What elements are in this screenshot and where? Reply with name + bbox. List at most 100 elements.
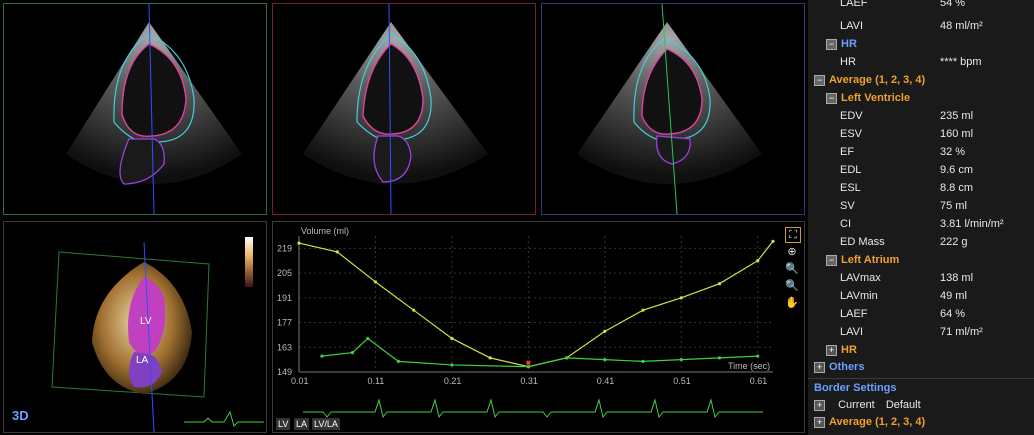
result-label: LAVI bbox=[840, 326, 864, 338]
result-label: EDL bbox=[840, 164, 862, 176]
pan-hand-icon[interactable]: ✋ bbox=[785, 296, 799, 310]
render-3d-panel[interactable]: LV LA 3D bbox=[3, 221, 267, 433]
data-point bbox=[603, 358, 607, 362]
echo-image-4ch bbox=[66, 4, 242, 214]
zoom-reset-icon[interactable]: ⊕ bbox=[785, 245, 799, 259]
x-tick-label: 0.41 bbox=[597, 376, 615, 386]
result-label: LAVmin bbox=[840, 290, 878, 302]
result-value: 160 ml bbox=[940, 128, 974, 140]
mini-ecg bbox=[184, 410, 264, 427]
result-label: LAVmax bbox=[840, 272, 881, 284]
series-line-1 bbox=[321, 337, 758, 368]
data-point bbox=[603, 329, 607, 333]
border-current-toggle[interactable]: + Current Default bbox=[814, 396, 921, 414]
x-tick-label: 0.11 bbox=[367, 376, 384, 386]
data-point bbox=[412, 308, 416, 312]
data-point bbox=[488, 356, 492, 360]
results-panel[interactable]: LAEF 54 % LAVI 48 ml/m² − HR HR **** bpm … bbox=[808, 0, 1034, 378]
tab-la[interactable]: LA bbox=[294, 418, 310, 430]
data-point bbox=[641, 359, 645, 364]
y-tick-label: 149 bbox=[277, 367, 292, 377]
min-marker bbox=[526, 360, 531, 365]
volume-curve-panel[interactable]: 219 205 191 177 163 149 0.01 0.11 0.21 0.31 0.41 0.… bbox=[272, 221, 805, 433]
hr-group-toggle[interactable]: − HR bbox=[826, 35, 857, 53]
expand-icon[interactable]: + bbox=[826, 344, 837, 356]
x-tick-label: 0.21 bbox=[444, 376, 462, 386]
border-settings-panel[interactable]: Border Settings + Current Default + Avera… bbox=[808, 378, 1034, 435]
render-3d-image bbox=[51, 237, 253, 432]
data-point bbox=[373, 280, 378, 284]
x-tick-label: 0.31 bbox=[520, 376, 538, 386]
border-average-toggle[interactable]: + Average (1, 2, 3, 4) bbox=[814, 413, 925, 431]
result-label: ESV bbox=[840, 128, 863, 140]
data-point bbox=[564, 356, 569, 360]
x-tick-label: 0.01 bbox=[291, 376, 309, 386]
data-point bbox=[641, 308, 645, 312]
collapse-icon[interactable]: − bbox=[826, 254, 837, 266]
collapse-icon[interactable]: − bbox=[826, 92, 837, 104]
left-ventricle-toggle[interactable]: − Left Ventricle bbox=[826, 89, 910, 107]
y-axis-label: Volume (ml) bbox=[301, 226, 349, 236]
left-atrium-toggle[interactable]: − Left Atrium bbox=[826, 251, 899, 269]
data-point bbox=[366, 336, 370, 341]
result-value: 138 ml bbox=[940, 272, 974, 284]
echo-view-2ch[interactable] bbox=[272, 3, 536, 215]
echo-image-2ch bbox=[303, 4, 488, 214]
data-point bbox=[297, 241, 301, 245]
lv-label: LV bbox=[140, 316, 152, 327]
result-label: LAEF bbox=[840, 308, 868, 320]
data-point bbox=[450, 363, 454, 367]
data-point bbox=[679, 358, 683, 362]
zoom-out-icon[interactable]: 🔍 bbox=[785, 279, 799, 293]
la-label: LA bbox=[136, 355, 149, 366]
result-label: EDV bbox=[840, 110, 863, 122]
result-label: CI bbox=[840, 218, 851, 230]
result-value: 8.8 cm bbox=[940, 182, 974, 194]
tab-lv[interactable]: LV bbox=[276, 418, 291, 430]
echo-view-4ch[interactable] bbox=[3, 3, 267, 215]
echo-view-3ch[interactable] bbox=[541, 3, 805, 215]
y-tick-label: 191 bbox=[277, 293, 292, 303]
result-value: 9.6 cm bbox=[940, 164, 974, 176]
volume-chart: 219 205 191 177 163 1490.01 0.11 0.21 0.31 0.41 0.… bbox=[277, 226, 775, 419]
hr-group-2-toggle[interactable]: + HR bbox=[826, 341, 857, 359]
collapse-icon[interactable]: − bbox=[826, 38, 837, 50]
series-line-0 bbox=[298, 240, 774, 368]
data-point bbox=[320, 354, 324, 358]
data-point bbox=[526, 365, 530, 369]
fit-tool-icon[interactable]: ⛶ bbox=[785, 227, 801, 243]
average-group-toggle[interactable]: − Average (1, 2, 3, 4) bbox=[814, 71, 925, 89]
result-label: EF bbox=[840, 146, 855, 158]
expand-icon[interactable]: + bbox=[814, 361, 825, 373]
result-label: SV bbox=[840, 200, 855, 212]
expand-icon[interactable]: + bbox=[814, 416, 825, 428]
x-axis-label: Time (sec) bbox=[728, 361, 770, 371]
data-point bbox=[396, 359, 400, 364]
echo-image-3ch bbox=[577, 4, 762, 214]
data-point bbox=[771, 239, 775, 243]
others-toggle[interactable]: + Others bbox=[814, 358, 864, 376]
y-tick-label: 163 bbox=[277, 342, 292, 352]
result-value: 32 % bbox=[940, 146, 966, 158]
collapse-icon[interactable]: − bbox=[814, 74, 825, 86]
expand-icon[interactable]: + bbox=[814, 399, 825, 411]
data-point bbox=[756, 354, 760, 358]
result-label: ED Mass bbox=[840, 236, 885, 248]
zoom-in-icon[interactable]: 🔍 bbox=[785, 262, 799, 276]
result-value: 222 g bbox=[940, 236, 968, 248]
tab-lv-la[interactable]: LV/LA bbox=[312, 418, 340, 430]
y-tick-label: 219 bbox=[277, 243, 292, 253]
result-label: ESL bbox=[840, 182, 861, 194]
colorbar bbox=[245, 237, 253, 287]
data-point bbox=[679, 296, 683, 300]
data-point bbox=[335, 250, 339, 254]
result-value: 235 ml bbox=[940, 110, 974, 122]
border-settings-title: Border Settings bbox=[814, 382, 897, 394]
y-tick-label: 205 bbox=[277, 268, 292, 278]
mode-3d-label[interactable]: 3D bbox=[12, 408, 29, 423]
data-point bbox=[717, 282, 722, 286]
data-point bbox=[450, 336, 454, 341]
result-value: 71 ml/m² bbox=[940, 326, 983, 338]
result-value: 49 ml bbox=[940, 290, 967, 302]
x-tick-label: 0.51 bbox=[673, 376, 691, 386]
